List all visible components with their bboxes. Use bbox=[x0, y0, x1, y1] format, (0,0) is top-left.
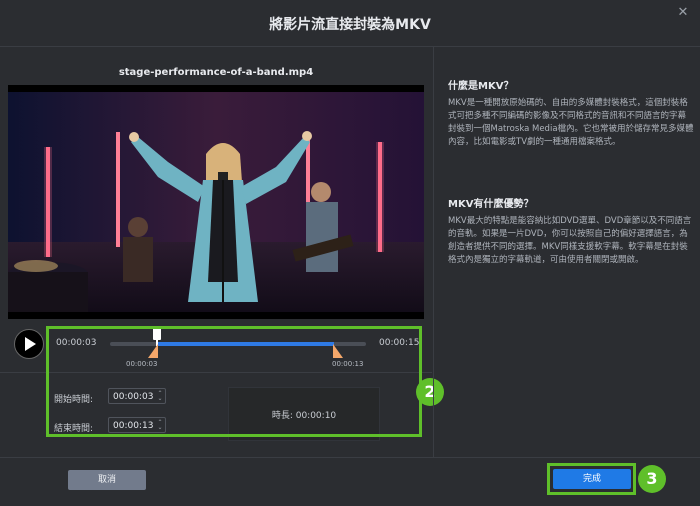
info-pane: 什麼是MKV？ MKV是一種開放原始碼的、自由的多媒體封裝格式，這個封裝格式可把… bbox=[433, 47, 700, 457]
annotation-badge-3: 3 bbox=[638, 465, 666, 493]
annotation-box-3 bbox=[547, 463, 636, 495]
info-body-what: MKV是一種開放原始碼的、自由的多媒體封裝格式，這個封裝格式可把多種不同編碼的影… bbox=[448, 98, 694, 147]
info-body-advantages: MKV最大的特點是能容納比如DVD選單、DVD章節以及不同語言的音軌。如果是一片… bbox=[448, 216, 692, 265]
close-icon[interactable]: ✕ bbox=[676, 6, 690, 20]
file-name: stage-performance-of-a-band.mp4 bbox=[118, 67, 314, 78]
video-frame-image bbox=[8, 92, 424, 312]
cancel-button[interactable]: 取消 bbox=[68, 470, 146, 490]
title-bar: 將影片流直接封裝為MKV ✕ bbox=[0, 0, 700, 47]
info-heading-advantages: MKV有什麼優勢？ bbox=[448, 199, 534, 210]
info-heading-what: 什麼是MKV？ bbox=[448, 81, 514, 92]
annotation-box-2 bbox=[46, 326, 422, 437]
window-title: 將影片流直接封裝為MKV bbox=[269, 17, 431, 33]
play-button[interactable] bbox=[14, 329, 44, 359]
video-preview[interactable] bbox=[8, 85, 424, 319]
play-icon bbox=[25, 337, 36, 351]
